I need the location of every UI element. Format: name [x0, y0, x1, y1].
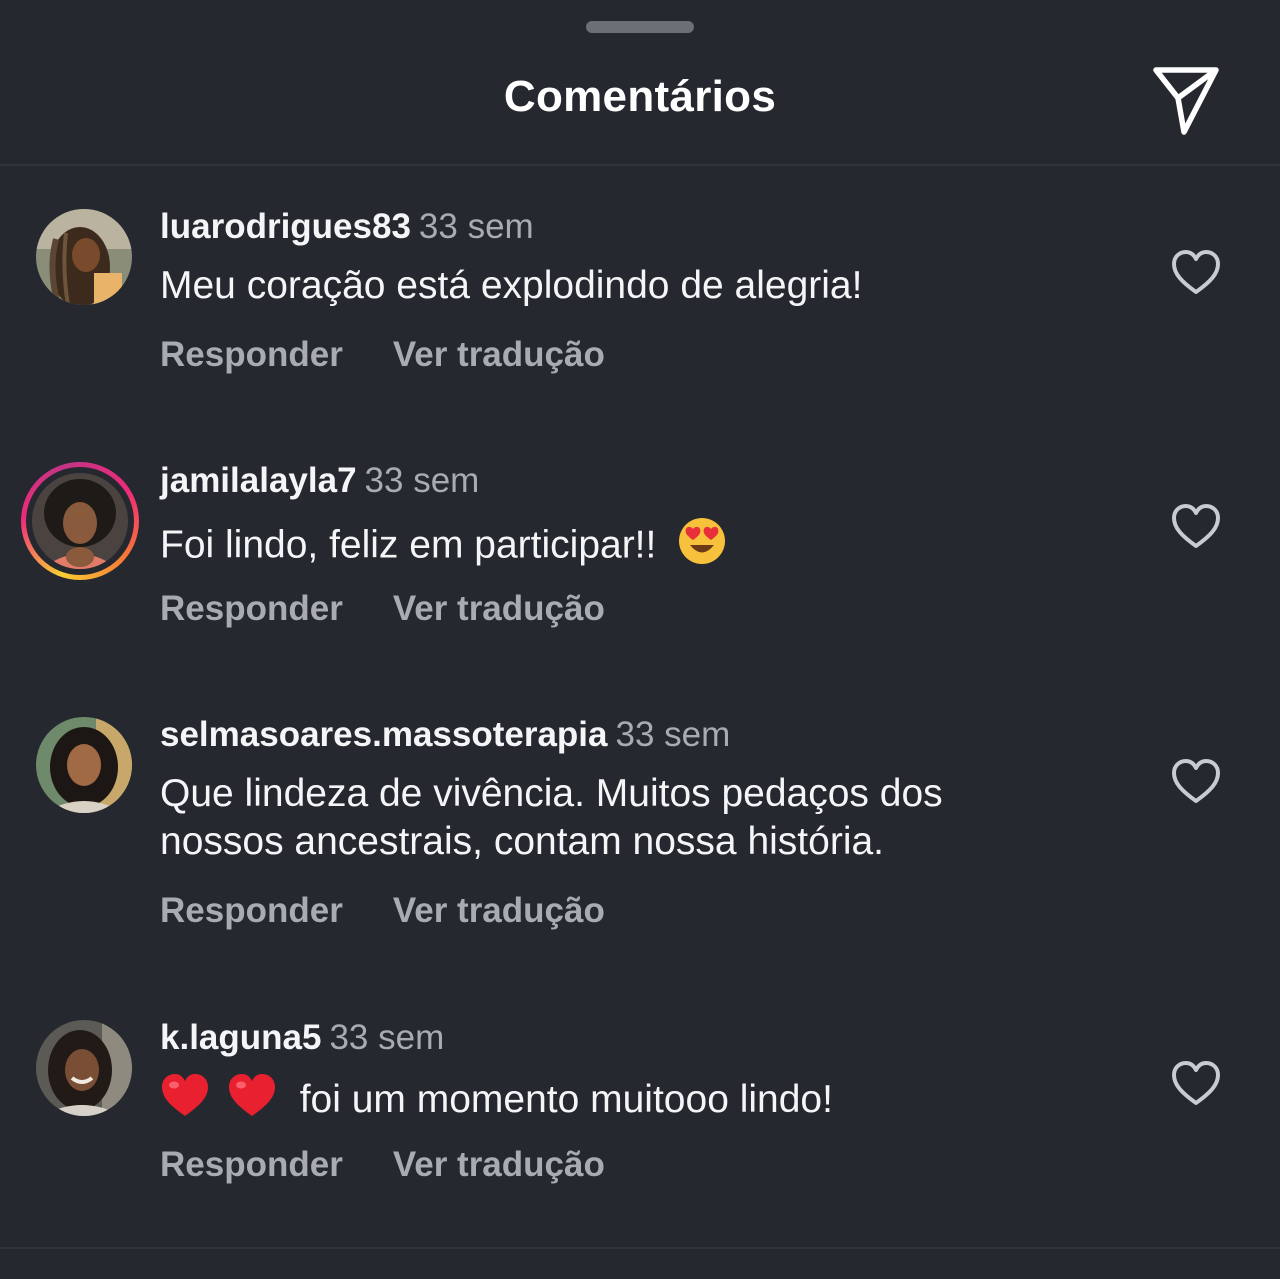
sheet-grabber-handle[interactable]	[586, 21, 694, 33]
comment-text-line: Meu coração está explodindo de alegria!	[160, 264, 863, 307]
comment-text: Que lindeza de vivência. Muitos pedaços …	[160, 770, 1140, 866]
comment-username[interactable]: k.laguna5	[160, 1018, 321, 1057]
heart-outline-icon	[1172, 759, 1220, 803]
reply-button[interactable]: Responder	[160, 1145, 343, 1185]
comment-time: 33 sem	[364, 461, 480, 500]
comment-actions: Responder Ver tradução	[160, 589, 605, 629]
like-button[interactable]	[1170, 757, 1222, 805]
comment-text-line: Foi lindo, feliz em participar!!	[160, 523, 657, 567]
red-heart-emoji	[227, 1072, 277, 1132]
paper-plane-icon	[1153, 67, 1219, 135]
reply-button[interactable]: Responder	[160, 335, 343, 375]
avatar[interactable]	[36, 1020, 132, 1116]
composer-divider	[0, 1247, 1280, 1249]
like-button[interactable]	[1170, 502, 1222, 550]
like-button[interactable]	[1170, 248, 1222, 296]
comment-actions: Responder Ver tradução	[160, 1145, 605, 1185]
comment-actions: Responder Ver tradução	[160, 335, 605, 375]
avatar[interactable]	[36, 209, 132, 305]
see-translation-button[interactable]: Ver tradução	[393, 335, 605, 375]
comment-text-line: Que lindeza de vivência. Muitos pedaços …	[160, 772, 943, 815]
see-translation-button[interactable]: Ver tradução	[393, 1145, 605, 1185]
heart-outline-icon	[1172, 1061, 1220, 1105]
comment-text: foi um momento muitooo lindo!	[160, 1072, 1140, 1132]
see-translation-button[interactable]: Ver tradução	[393, 589, 605, 629]
avatar[interactable]	[36, 717, 132, 813]
reply-button[interactable]: Responder	[160, 891, 343, 931]
comments-sheet: Comentários luarodrigues83 33 sem Meu cor…	[0, 0, 1280, 1279]
header-divider	[0, 164, 1280, 166]
story-ring[interactable]	[21, 462, 139, 580]
comment-text: Foi lindo, feliz em participar!!	[160, 516, 1140, 578]
reply-button[interactable]: Responder	[160, 589, 343, 629]
comment-username[interactable]: jamilalayla7	[160, 461, 357, 500]
comment-username[interactable]: selmasoares.massoterapia	[160, 715, 608, 754]
heart-outline-icon	[1172, 250, 1220, 294]
heart-eyes-emoji	[677, 516, 727, 578]
comment-text-line: nossos ancestrais, contam nossa história…	[160, 820, 885, 863]
comment-meta: k.laguna5 33 sem	[160, 1018, 444, 1058]
comment-meta: luarodrigues83 33 sem	[160, 207, 534, 247]
share-button[interactable]	[1148, 62, 1224, 138]
heart-outline-icon	[1172, 504, 1220, 548]
comment-time: 33 sem	[418, 207, 534, 246]
comment-actions: Responder Ver tradução	[160, 891, 605, 931]
see-translation-button[interactable]: Ver tradução	[393, 891, 605, 931]
comment-text-line: foi um momento muitooo lindo!	[299, 1078, 833, 1122]
like-button[interactable]	[1170, 1059, 1222, 1107]
comment-time: 33 sem	[615, 715, 731, 754]
red-heart-emoji	[160, 1072, 210, 1132]
comment-meta: selmasoares.massoterapia 33 sem	[160, 715, 730, 755]
comment-time: 33 sem	[329, 1018, 445, 1057]
page-title: Comentários	[503, 72, 777, 121]
comment-username[interactable]: luarodrigues83	[160, 207, 411, 246]
comment-meta: jamilalayla7 33 sem	[160, 461, 479, 501]
comment-text: Meu coração está explodindo de alegria!	[160, 262, 1140, 310]
avatar	[32, 473, 128, 569]
